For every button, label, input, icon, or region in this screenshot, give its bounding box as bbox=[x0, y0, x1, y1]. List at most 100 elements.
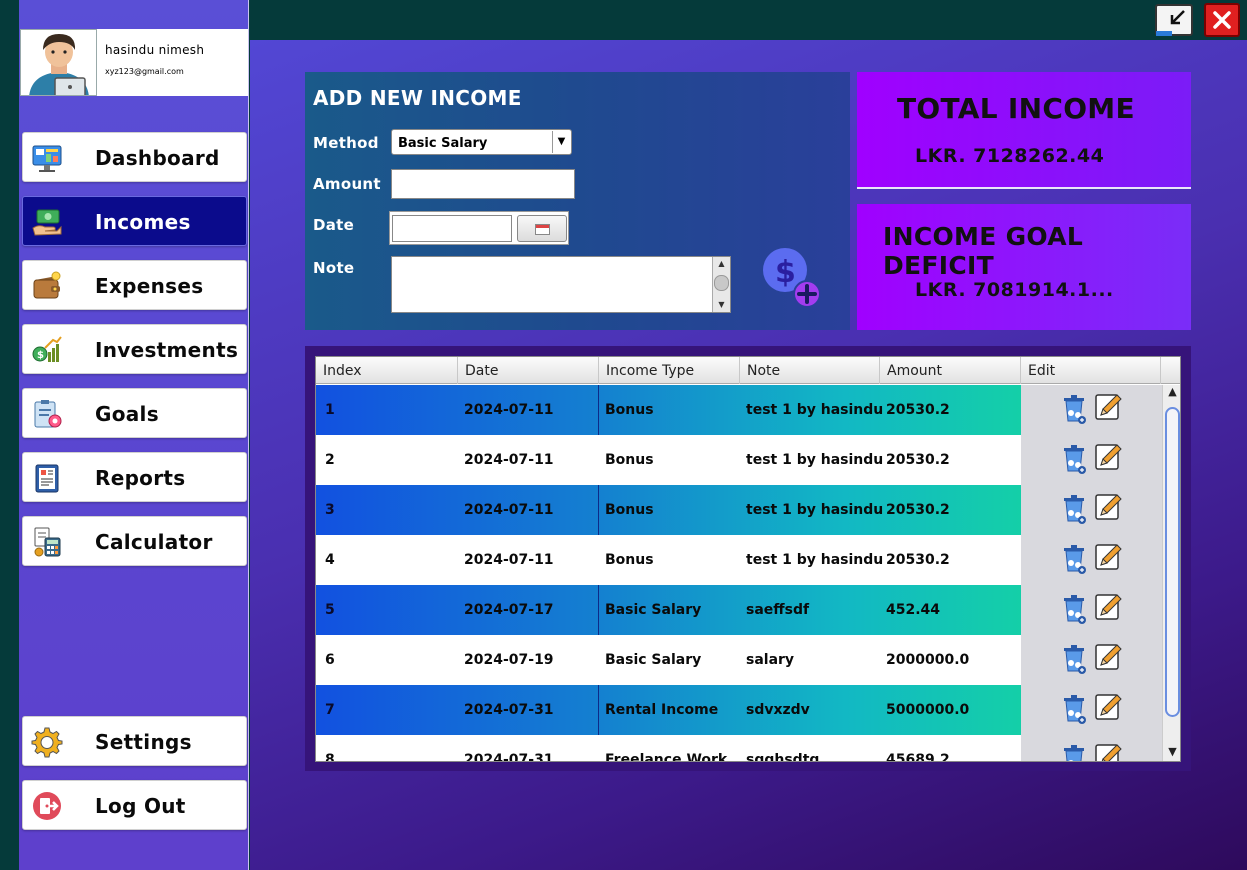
delete-icon[interactable] bbox=[1059, 693, 1089, 725]
cell-amount: 2000000.0 bbox=[886, 652, 970, 668]
column-header-income-type[interactable]: Income Type bbox=[599, 357, 740, 384]
method-select[interactable]: Basic Salary ▼ bbox=[391, 129, 572, 155]
table-header: Index Date Income Type Note Amount Edit bbox=[316, 357, 1180, 384]
edit-icon[interactable] bbox=[1093, 741, 1123, 761]
goals-clipboard-icon bbox=[34, 400, 62, 428]
note-textarea[interactable]: ▲ ▼ bbox=[391, 256, 731, 313]
table-row[interactable]: 5 2024-07-17 Basic Salary saeffsdf 452.44 bbox=[316, 585, 1162, 635]
scroll-up-icon[interactable]: ▲ bbox=[713, 257, 730, 271]
sidebar-item-reports[interactable]: Reports bbox=[22, 452, 247, 502]
report-icon bbox=[35, 464, 59, 493]
column-header-edit[interactable]: Edit bbox=[1021, 357, 1161, 384]
stats-divider bbox=[857, 187, 1191, 189]
cell-date: 2024-07-19 bbox=[464, 652, 554, 668]
add-income-panel: ADD NEW INCOME Method Basic Salary ▼ Amo… bbox=[305, 72, 850, 330]
user-profile-card: hasindu nimesh xyz123@gmail.com bbox=[20, 29, 248, 96]
cell-date: 2024-07-31 bbox=[464, 702, 554, 718]
close-window-button[interactable] bbox=[1204, 3, 1240, 37]
add-money-icon: $ bbox=[763, 248, 821, 308]
sidebar-item-label: Reports bbox=[95, 466, 186, 490]
scroll-down-icon[interactable]: ▼ bbox=[1163, 745, 1180, 761]
cell-index: 4 bbox=[325, 552, 335, 568]
add-income-title: ADD NEW INCOME bbox=[313, 86, 522, 110]
amount-label: Amount bbox=[313, 175, 381, 193]
sidebar-item-dashboard[interactable]: Dashboard bbox=[22, 132, 247, 182]
note-scrollbar[interactable]: ▲ ▼ bbox=[712, 257, 730, 312]
sidebar-item-label: Calculator bbox=[95, 530, 213, 554]
table-row[interactable]: 7 2024-07-31 Rental Income sdvxzdv 5000000.0 bbox=[316, 685, 1162, 735]
edit-icon[interactable] bbox=[1093, 441, 1123, 473]
sidebar-item-expenses[interactable]: Expenses bbox=[22, 260, 247, 310]
table-scroll-thumb[interactable] bbox=[1165, 407, 1180, 717]
cell-note: sgghsdtg bbox=[746, 752, 820, 762]
column-header-note[interactable]: Note bbox=[740, 357, 880, 384]
delete-icon[interactable] bbox=[1059, 493, 1089, 525]
add-income-button[interactable]: $ bbox=[755, 242, 825, 312]
settings-button[interactable]: Settings bbox=[22, 716, 247, 766]
cell-date: 2024-07-11 bbox=[464, 402, 554, 418]
date-picker-button[interactable] bbox=[517, 215, 567, 242]
cell-edit bbox=[1021, 685, 1162, 735]
svg-text:$: $ bbox=[775, 255, 796, 290]
chevron-down-icon[interactable]: ▼ bbox=[552, 131, 570, 153]
delete-icon[interactable] bbox=[1059, 543, 1089, 575]
table-row[interactable]: 3 2024-07-11 Bonus test 1 by hasindu 20530.2 bbox=[316, 485, 1162, 535]
cell-edit bbox=[1021, 735, 1162, 761]
edit-icon[interactable] bbox=[1093, 591, 1123, 623]
scroll-down-icon[interactable]: ▼ bbox=[713, 298, 730, 312]
sidebar-item-calculator[interactable]: Calculator bbox=[22, 516, 247, 566]
cell-edit bbox=[1021, 535, 1162, 585]
settings-label: Settings bbox=[95, 730, 192, 754]
cell-income-type: Freelance Work bbox=[605, 752, 728, 762]
delete-icon[interactable] bbox=[1059, 743, 1089, 761]
delete-icon[interactable] bbox=[1059, 443, 1089, 475]
cell-amount: 45689.2 bbox=[886, 752, 950, 762]
logout-button[interactable]: Log Out bbox=[22, 780, 247, 830]
delete-icon[interactable] bbox=[1059, 643, 1089, 675]
edit-icon[interactable] bbox=[1093, 691, 1123, 723]
sidebar-item-goals[interactable]: Goals bbox=[22, 388, 247, 438]
column-divider bbox=[598, 685, 599, 735]
edit-icon[interactable] bbox=[1093, 641, 1123, 673]
date-input[interactable] bbox=[392, 215, 512, 242]
table-row[interactable]: 1 2024-07-11 Bonus test 1 by hasindu 20530.2 bbox=[316, 385, 1162, 435]
cell-amount: 20530.2 bbox=[886, 552, 950, 568]
sidebar-item-incomes[interactable]: Incomes bbox=[22, 196, 247, 246]
cell-amount: 20530.2 bbox=[886, 502, 950, 518]
dashboard-icon bbox=[32, 145, 62, 172]
column-header-amount[interactable]: Amount bbox=[880, 357, 1021, 384]
sidebar-item-investments[interactable]: $ Investments bbox=[22, 324, 247, 374]
edit-icon[interactable] bbox=[1093, 541, 1123, 573]
cell-note: test 1 by hasindu bbox=[746, 552, 884, 568]
table-row[interactable]: 6 2024-07-19 Basic Salary salary 2000000.0 bbox=[316, 635, 1162, 685]
cell-date: 2024-07-31 bbox=[464, 752, 554, 762]
cell-amount: 20530.2 bbox=[886, 452, 950, 468]
column-header-index[interactable]: Index bbox=[316, 357, 458, 384]
edit-icon[interactable] bbox=[1093, 491, 1123, 523]
cell-edit bbox=[1021, 635, 1162, 685]
cell-note: salary bbox=[746, 652, 795, 668]
amount-input[interactable] bbox=[391, 169, 575, 199]
delete-icon[interactable] bbox=[1059, 593, 1089, 625]
edit-icon[interactable] bbox=[1093, 391, 1123, 423]
table-row[interactable]: 8 2024-07-31 Freelance Work sgghsdtg 45689.2 bbox=[316, 735, 1162, 762]
table-row[interactable]: 2 2024-07-11 Bonus test 1 by hasindu 20530.2 bbox=[316, 435, 1162, 485]
total-income-title: TOTAL INCOME bbox=[897, 92, 1135, 125]
cell-income-type: Basic Salary bbox=[605, 602, 702, 618]
cell-income-type: Basic Salary bbox=[605, 652, 702, 668]
date-picker bbox=[389, 211, 569, 245]
restore-window-button[interactable] bbox=[1154, 3, 1194, 37]
column-header-date[interactable]: Date bbox=[458, 357, 599, 384]
user-name: hasindu nimesh bbox=[105, 43, 205, 57]
table-row[interactable]: 4 2024-07-11 Bonus test 1 by hasindu 20530.2 bbox=[316, 535, 1162, 585]
cell-index: 1 bbox=[325, 402, 335, 418]
close-icon bbox=[1213, 11, 1231, 29]
scroll-up-icon[interactable]: ▲ bbox=[1163, 385, 1180, 401]
cell-income-type: Bonus bbox=[605, 552, 654, 568]
sidebar-item-label: Dashboard bbox=[95, 146, 220, 170]
cell-income-type: Bonus bbox=[605, 452, 654, 468]
table-scrollbar[interactable]: ▲ ▼ bbox=[1162, 385, 1180, 761]
delete-icon[interactable] bbox=[1059, 393, 1089, 425]
note-scroll-thumb[interactable] bbox=[714, 275, 729, 291]
cell-index: 3 bbox=[325, 502, 335, 518]
